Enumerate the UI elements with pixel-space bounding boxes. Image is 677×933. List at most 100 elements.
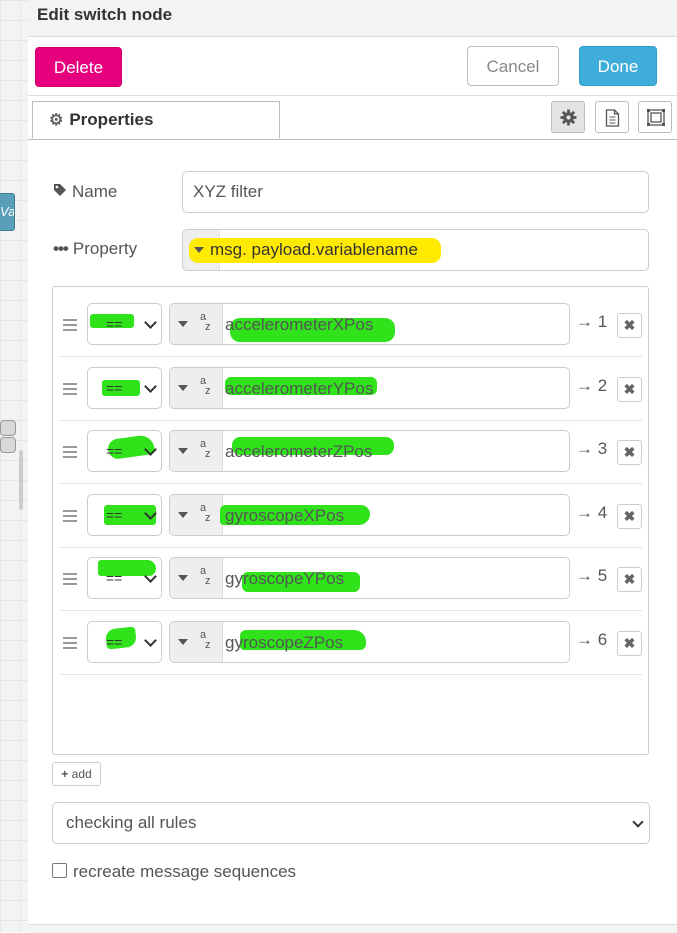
- gear-icon: [560, 109, 577, 126]
- done-button[interactable]: Done: [579, 46, 657, 86]
- drag-handle-icon[interactable]: [63, 510, 77, 525]
- tag-icon: [53, 182, 67, 202]
- chevron-down-icon: [144, 316, 157, 329]
- rule-value: gyroscopeZPos: [225, 633, 344, 652]
- rule-value: accelerometerXPos: [225, 315, 374, 334]
- tab-properties-label: Properties: [69, 110, 154, 129]
- operator-value: ==: [106, 443, 123, 459]
- operator-select[interactable]: ==: [87, 303, 162, 345]
- close-icon[interactable]: ✖: [617, 440, 642, 465]
- rule-row: == az accelerometerZPos → 3 ✖: [60, 420, 642, 484]
- operator-select[interactable]: ==: [87, 621, 162, 663]
- canvas-node[interactable]: Va: [0, 193, 15, 231]
- properties-panel: Name XYZ filter ••• Property msg. payload…: [28, 140, 677, 932]
- tab-appearance[interactable]: [638, 101, 672, 133]
- value-type-button[interactable]: az: [170, 495, 223, 535]
- output-label: → 1: [576, 312, 608, 331]
- property-value: msg. payload.variablename: [210, 240, 418, 259]
- string-type-icon: az: [200, 565, 211, 587]
- chevron-down-icon: [178, 639, 188, 645]
- recreate-sequences-checkbox[interactable]: [52, 863, 67, 878]
- operator-select[interactable]: ==: [87, 430, 162, 472]
- tab-properties[interactable]: ⚙ Properties: [32, 101, 280, 139]
- name-label-row: Name: [53, 182, 117, 202]
- chevron-down-icon: [178, 575, 188, 581]
- rules-list[interactable]: == az accelerometerXPos → 1 ✖ == a z acc…: [52, 286, 649, 755]
- output-label: → 6: [576, 630, 608, 649]
- drag-handle-icon[interactable]: [63, 319, 77, 334]
- chevron-down-icon: [178, 385, 188, 391]
- close-icon[interactable]: ✖: [617, 567, 642, 592]
- output-label: → 4: [576, 503, 608, 522]
- drag-handle-icon[interactable]: [63, 637, 77, 652]
- chevron-down-icon: [178, 448, 188, 454]
- chevron-down-icon: [178, 321, 188, 327]
- document-icon: [605, 109, 620, 127]
- chevron-down-icon: [632, 816, 644, 828]
- tab-description[interactable]: [595, 101, 629, 133]
- frame-icon: [647, 109, 665, 126]
- value-type-button[interactable]: az: [170, 368, 223, 408]
- tab-bar: ⚙ Properties: [28, 95, 677, 140]
- rule-value-input[interactable]: az accelerometerXPos: [169, 303, 570, 345]
- resize-handle[interactable]: [19, 450, 23, 510]
- rule-row: == az accelerometerYPos → 2 ✖: [60, 357, 642, 421]
- rule-value: gyroscopeYPos: [225, 569, 345, 588]
- flow-canvas[interactable]: Va: [0, 0, 29, 932]
- recreate-sequences-label: recreate message sequences: [73, 862, 297, 881]
- node-port[interactable]: [0, 437, 16, 453]
- node-port[interactable]: [0, 420, 16, 436]
- chevron-down-icon: [178, 512, 188, 518]
- name-input[interactable]: XYZ filter: [182, 171, 649, 213]
- checking-mode-select[interactable]: checking all rules: [52, 802, 650, 844]
- output-label: → 2: [576, 376, 608, 395]
- drag-handle-icon[interactable]: [63, 383, 77, 398]
- rule-value-input[interactable]: az gyroscopeYPos: [169, 557, 570, 599]
- string-type-icon: az: [200, 502, 211, 524]
- operator-select[interactable]: ==: [87, 557, 162, 599]
- value-type-button[interactable]: az: [170, 622, 223, 662]
- property-label-row: ••• Property: [53, 239, 137, 259]
- close-icon[interactable]: ✖: [617, 313, 642, 338]
- operator-value: ==: [106, 507, 123, 523]
- rule-row: == az gyroscopeYPos → 5 ✖: [60, 547, 642, 611]
- tab-settings[interactable]: [551, 101, 585, 133]
- recreate-sequences-row: recreate message sequences: [52, 862, 296, 882]
- edit-tray: Edit switch node Delete Cancel Done ⚙ Pro…: [28, 0, 677, 933]
- rule-value-input[interactable]: az accelerometerZPos: [169, 430, 570, 472]
- ellipsis-icon: •••: [53, 239, 69, 258]
- rule-row: == az gyroscopeXPos → 4 ✖: [60, 484, 642, 548]
- close-icon[interactable]: ✖: [617, 504, 642, 529]
- operator-select[interactable]: ==: [87, 494, 162, 536]
- operator-value: ==: [106, 316, 123, 332]
- operator-value: ==: [106, 380, 123, 396]
- rule-value-input[interactable]: az gyroscopeZPos: [169, 621, 570, 663]
- chevron-down-icon: [144, 634, 157, 647]
- cancel-button[interactable]: Cancel: [467, 46, 559, 86]
- string-type-icon: az: [200, 438, 211, 460]
- dialog-toolbar: Delete Cancel Done: [28, 37, 677, 96]
- value-type-button[interactable]: az: [170, 558, 223, 598]
- rule-value: accelerometerYPos: [225, 379, 374, 398]
- gear-icon: ⚙: [49, 112, 64, 129]
- add-rule-button[interactable]: + add: [52, 762, 101, 786]
- plus-icon: +: [61, 767, 69, 781]
- close-icon[interactable]: ✖: [617, 377, 642, 402]
- value-type-button[interactable]: az: [170, 431, 223, 471]
- operator-value: ==: [106, 634, 123, 650]
- chevron-down-icon: [194, 247, 204, 253]
- delete-button[interactable]: Delete: [35, 47, 122, 87]
- string-type-icon: az: [200, 375, 211, 397]
- rule-value-input[interactable]: az gyroscopeXPos: [169, 494, 570, 536]
- operator-value: ==: [106, 570, 123, 586]
- close-icon[interactable]: ✖: [617, 631, 642, 656]
- value-type-button[interactable]: az: [170, 304, 223, 344]
- canvas-node-label: Va: [0, 204, 15, 219]
- drag-handle-icon[interactable]: [63, 573, 77, 588]
- property-input[interactable]: msg. payload.variablename: [182, 229, 649, 271]
- rule-value-input[interactable]: az accelerometerYPos: [169, 367, 570, 409]
- output-label: → 3: [576, 439, 608, 458]
- rule-value: gyroscopeXPos: [225, 506, 345, 525]
- drag-handle-icon[interactable]: [63, 446, 77, 461]
- operator-select[interactable]: ==: [87, 367, 162, 409]
